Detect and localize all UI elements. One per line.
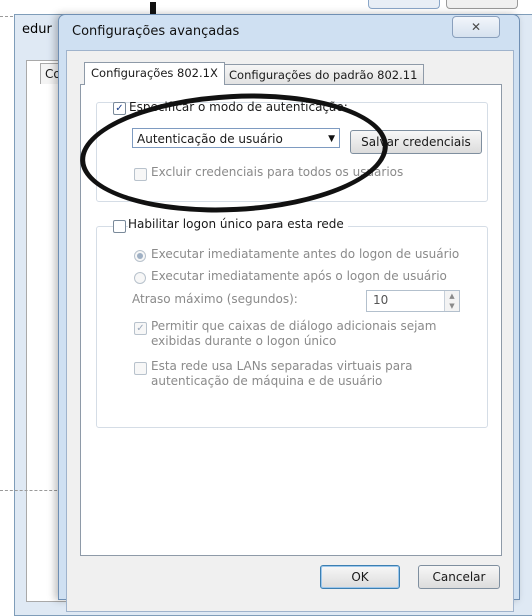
close-button[interactable]: ✕: [452, 16, 500, 38]
radio-before-logon[interactable]: [134, 250, 146, 262]
background-button: [368, 0, 440, 9]
dialog-title: Configurações avançadas: [72, 24, 240, 39]
specify-auth-checkbox[interactable]: ✓: [113, 102, 126, 115]
cancel-button[interactable]: Cancelar: [418, 565, 500, 589]
grip-mark: [150, 2, 156, 14]
tab-8021x-settings[interactable]: Configurações 802.1X: [84, 62, 225, 85]
spinner-arrows-icon[interactable]: ▲ ▼: [444, 291, 459, 311]
background-button: [446, 0, 518, 9]
delay-value: 10: [373, 293, 389, 307]
radio-after-logon[interactable]: [134, 272, 146, 284]
radio-after-logon-label: Executar imediatamente após o logon de u…: [151, 269, 447, 283]
background-window-title: edur: [22, 22, 52, 37]
allow-dialogs-checkbox[interactable]: ✓: [134, 322, 147, 335]
tab-80211-settings[interactable]: Configurações do padrão 802.11: [222, 64, 425, 85]
check-icon: ✓: [136, 323, 145, 334]
check-icon: ✓: [115, 103, 124, 114]
enable-sso-label: Habilitar logon único para esta rede: [128, 217, 348, 231]
ok-button[interactable]: OK: [320, 565, 400, 589]
vlan-checkbox[interactable]: [134, 362, 147, 375]
delay-label: Atraso máximo (segundos):: [132, 292, 298, 306]
delay-spinner[interactable]: 10 ▲ ▼: [366, 290, 460, 312]
allow-dialogs-label: Permitir que caixas de diálogo adicionai…: [151, 319, 437, 348]
radio-before-logon-label: Executar imediatamente antes do logon de…: [151, 247, 460, 261]
enable-sso-checkbox[interactable]: [113, 220, 126, 233]
close-icon: ✕: [470, 20, 482, 34]
divider: [0, 490, 62, 491]
vlan-label: Esta rede usa LANs separadas virtuais pa…: [151, 359, 413, 388]
